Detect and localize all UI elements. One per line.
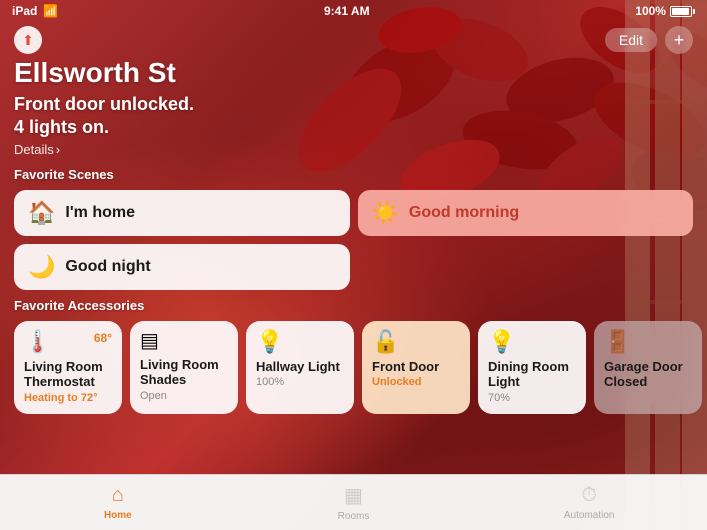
details-link[interactable]: Details › [14, 142, 60, 157]
tab-automation-label: Automation [564, 510, 615, 521]
status-right: 100% [635, 4, 695, 18]
shades-name: Living Room Shades [140, 357, 228, 388]
status-time: 9:41 AM [324, 4, 370, 18]
accessory-hallway-light[interactable]: 💡 Hallway Light 100% [246, 321, 354, 414]
tab-bar: ⌂ Home ▦ Rooms ⏱ Automation [0, 474, 707, 530]
hallway-light-status: 100% [256, 376, 344, 388]
thermostat-name: Living Room Thermostat [24, 359, 112, 390]
details-label: Details [14, 142, 54, 157]
accessory-shades[interactable]: ▤ Living Room Shades Open [130, 321, 238, 414]
scene-good-morning-label: Good morning [409, 204, 519, 222]
acc-icon-row-dining: 💡 [488, 331, 576, 353]
details-chevron: › [56, 142, 60, 157]
subtitle-line2: 4 lights on. [14, 117, 109, 137]
hallway-light-name: Hallway Light [256, 359, 344, 375]
accessory-thermostat[interactable]: 🌡️ 68° Living Room Thermostat Heating to… [14, 321, 122, 414]
acc-icon-row-hallway: 💡 [256, 331, 344, 353]
accessory-front-door[interactable]: 🔓 Front Door Unlocked [362, 321, 470, 414]
status-bar: iPad 📶 9:41 AM 100% [0, 0, 707, 22]
subtitle-line1: Front door unlocked. [14, 94, 194, 114]
scene-good-morning-icon: ☀️ [372, 202, 399, 224]
tab-home-icon: ⌂ [112, 484, 124, 507]
tab-automation[interactable]: ⏱ Automation [471, 475, 707, 530]
accessories-section-label: Favorite Accessories [0, 298, 707, 313]
battery-icon [670, 6, 695, 17]
acc-icon-row-garage: 🚪 [604, 331, 692, 353]
acc-icon-row-door: 🔓 [372, 331, 460, 353]
tab-rooms[interactable]: ▦ Rooms [236, 475, 472, 530]
battery-percent: 100% [635, 4, 666, 18]
tab-rooms-label: Rooms [338, 511, 370, 522]
tab-automation-icon: ⏱ [581, 484, 597, 507]
dining-light-icon: 💡 [488, 331, 515, 353]
accessories-row: 🌡️ 68° Living Room Thermostat Heating to… [0, 321, 707, 414]
acc-icon-row-thermostat: 🌡️ 68° [24, 331, 112, 353]
scenes-grid: 🏠 I'm home ☀️ Good morning 🌙 Good night [0, 190, 707, 290]
ipad-label: iPad [12, 4, 37, 18]
accessories-scroll[interactable]: 🌡️ 68° Living Room Thermostat Heating to… [0, 321, 707, 414]
scene-im-home[interactable]: 🏠 I'm home [14, 190, 350, 236]
dining-light-name: Dining Room Light [488, 359, 576, 390]
header-actions: Edit + [605, 26, 693, 54]
location-icon[interactable]: ⬆ [14, 26, 42, 54]
dining-light-status: 70% [488, 392, 576, 404]
scene-good-night-label: Good night [65, 258, 150, 276]
acc-icon-row-shades: ▤ [140, 331, 228, 351]
wifi-icon: 📶 [43, 4, 58, 18]
front-door-name: Front Door [372, 359, 460, 375]
shades-status: Open [140, 390, 228, 402]
front-door-icon: 🔓 [372, 331, 399, 353]
scenes-section-label: Favorite Scenes [0, 167, 707, 182]
front-door-status: Unlocked [372, 376, 460, 388]
scene-good-night[interactable]: 🌙 Good night [14, 244, 350, 290]
add-button[interactable]: + [665, 26, 693, 54]
tab-home-label: Home [104, 510, 132, 521]
edit-button[interactable]: Edit [605, 28, 657, 52]
home-subtitle: Front door unlocked. 4 lights on. [14, 93, 693, 140]
tab-home[interactable]: ⌂ Home [0, 475, 236, 530]
scene-good-morning[interactable]: ☀️ Good morning [358, 190, 694, 236]
scene-im-home-label: I'm home [65, 204, 135, 222]
thermostat-badge: 68° [94, 331, 112, 345]
scene-good-night-icon: 🌙 [28, 256, 55, 278]
tab-rooms-icon: ▦ [344, 483, 363, 508]
hallway-light-icon: 💡 [256, 331, 283, 353]
garage-door-icon: 🚪 [604, 331, 631, 353]
shades-icon: ▤ [140, 331, 159, 351]
accessory-dining-light[interactable]: 💡 Dining Room Light 70% [478, 321, 586, 414]
header: ⬆ Edit + Ellsworth St Front door unlocke… [0, 22, 707, 167]
garage-door-name: Garage Door Closed [604, 359, 692, 390]
thermostat-status: Heating to 72° [24, 392, 112, 404]
status-left: iPad 📶 [12, 4, 58, 18]
header-top: ⬆ Edit + [14, 26, 693, 54]
home-name: Ellsworth St [14, 58, 693, 89]
accessory-garage-door[interactable]: 🚪 Garage Door Closed [594, 321, 702, 414]
thermostat-icon: 🌡️ [24, 331, 51, 353]
scene-im-home-icon: 🏠 [28, 202, 55, 224]
